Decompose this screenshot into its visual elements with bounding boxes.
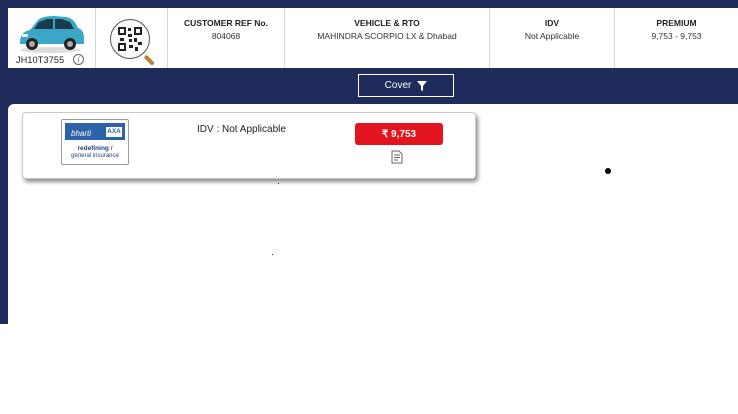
cover-filter-button[interactable]: Cover [358, 74, 454, 97]
idv-label: IDV [544, 18, 560, 28]
screen-speck [278, 183, 279, 184]
qr-scan-cell [96, 8, 168, 68]
qr-scan-button[interactable] [110, 19, 155, 66]
insurer-logo-banner: bharti AXA [65, 123, 125, 140]
quote-idv-text: IDV : Not Applicable [197, 124, 286, 135]
idv-cell: IDV Not Applicable [490, 8, 615, 68]
cursor-dot [605, 168, 611, 174]
insurer-logo-brand: bharti [71, 129, 92, 138]
premium-label: PREMIUM [656, 18, 697, 28]
quote-card: bharti AXA redefining / general insuranc… [22, 112, 476, 179]
vehicle-rto-cell: VEHICLE & RTO MAHINDRA SCORPIO LX & Dhab… [285, 8, 490, 68]
vehicle-rto-value: MAHINDRA SCORPIO LX & Dhabad [317, 31, 457, 41]
insurer-logo-partner: AXA [106, 127, 122, 137]
info-icon[interactable]: i [73, 54, 84, 65]
magnifier-icon [143, 54, 155, 66]
screen-speck [272, 254, 273, 255]
premium-cell: PREMIUM 9,753 - 9,753 [615, 8, 738, 68]
idv-value: Not Applicable [524, 31, 580, 41]
insurer-logo: bharti AXA redefining / general insuranc… [61, 119, 129, 165]
cover-filter-label: Cover [384, 80, 412, 91]
buy-premium-button[interactable]: ₹ 9,753 [355, 123, 443, 145]
vehicle-thumbnail-cell: JH10T3755 i [8, 8, 96, 68]
insurer-logo-subtitle: general insurance [71, 153, 119, 159]
customer-ref-cell: CUSTOMER REF No. 804068 [168, 8, 285, 68]
vehicle-rto-label: VEHICLE & RTO [354, 18, 420, 28]
insurer-logo-tagline: redefining / [77, 145, 113, 152]
qr-code-icon [117, 26, 143, 52]
filter-icon [417, 80, 428, 91]
car-icon [20, 16, 84, 53]
document-icon[interactable] [390, 150, 404, 164]
customer-ref-label: CUSTOMER REF No. [184, 18, 268, 28]
quote-summary-header: JH10T3755 i CUSTOMER REF No. 804068 VEHI… [8, 8, 738, 68]
customer-ref-value: 804068 [211, 31, 241, 41]
quotes-panel: bharti AXA redefining / general insuranc… [8, 104, 738, 324]
premium-value: 9,753 - 9,753 [651, 31, 702, 41]
vehicle-registration: JH10T3755 [16, 55, 65, 65]
